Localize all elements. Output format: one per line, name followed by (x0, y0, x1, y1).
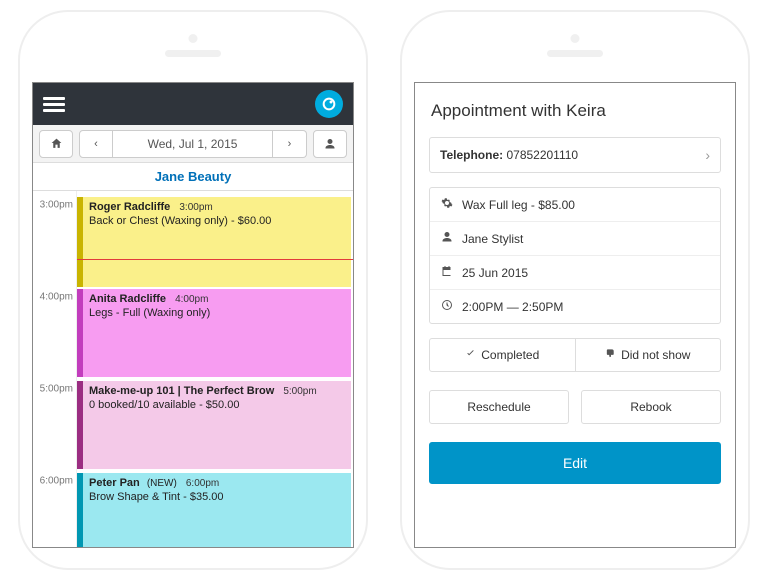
appt-tag: (NEW) (147, 478, 177, 489)
telephone-value: 07852201110 (506, 148, 578, 162)
appt-desc: Brow Shape & Tint - $35.00 (89, 491, 345, 503)
chevron-left-icon: ‹ (94, 138, 98, 150)
prev-day-button[interactable]: ‹ (79, 130, 113, 158)
staff-picker-button[interactable] (313, 130, 347, 158)
home-button[interactable] (39, 130, 73, 158)
rebook-button[interactable]: Rebook (581, 390, 721, 424)
telephone-row[interactable]: Telephone: 07852201110 › (429, 137, 721, 173)
calendar-body[interactable]: 3:00pm 4:00pm 5:00pm 6:00pm Roger Radcli… (33, 191, 353, 548)
appt-desc: Back or Chest (Waxing only) - $60.00 (89, 215, 345, 227)
app-topbar (33, 83, 353, 125)
completed-button[interactable]: Completed (429, 338, 576, 372)
date-nav-group: ‹ Wed, Jul 1, 2015 › (79, 130, 307, 158)
telephone-label: Telephone: (440, 148, 503, 162)
appointment-slot[interactable]: Peter Pan (NEW) 6:00pm Brow Shape & Tint… (77, 473, 351, 548)
appt-name: Anita Radcliffe (89, 293, 166, 305)
menu-icon[interactable] (43, 94, 65, 115)
date-display[interactable]: Wed, Jul 1, 2015 (113, 130, 273, 158)
gear-icon (440, 197, 454, 212)
phone-left: ‹ Wed, Jul 1, 2015 › Jane Beauty 3:00pm … (18, 10, 368, 570)
phone-right: Appointment with Keira Telephone: 078522… (400, 10, 750, 570)
appointment-slot[interactable]: Anita Radcliffe 4:00pm Legs - Full (Waxi… (77, 289, 351, 377)
home-icon (50, 137, 63, 150)
appt-time: 3:00pm (179, 202, 212, 213)
appointment-slot[interactable]: Make-me-up 101 | The Perfect Brow 5:00pm… (77, 381, 351, 469)
appt-time: 5:00pm (283, 386, 316, 397)
time-label: 4:00pm (40, 292, 73, 303)
noshow-label: Did not show (621, 348, 690, 362)
appt-name: Peter Pan (89, 477, 140, 489)
page-title: Appointment with Keira (431, 101, 719, 121)
calendar-screen: ‹ Wed, Jul 1, 2015 › Jane Beauty 3:00pm … (32, 82, 354, 548)
appointment-slot[interactable]: Roger Radcliffe 3:00pm Back or Chest (Wa… (77, 197, 351, 287)
noshow-button[interactable]: Did not show (576, 338, 722, 372)
user-icon (324, 138, 336, 150)
time-row: 2:00PM — 2:50PM (430, 290, 720, 323)
clock-icon (440, 299, 454, 314)
appt-time: 6:00pm (186, 478, 219, 489)
appt-time: 4:00pm (175, 294, 208, 305)
appt-name: Make-me-up 101 | The Perfect Brow (89, 385, 274, 397)
time-label: 3:00pm (40, 200, 73, 211)
time-gutter: 3:00pm 4:00pm 5:00pm 6:00pm (33, 191, 77, 548)
appt-desc: Legs - Full (Waxing only) (89, 307, 345, 319)
user-icon (440, 231, 454, 246)
stylist-row: Jane Stylist (430, 222, 720, 256)
calendar-icon (440, 265, 454, 280)
current-time-line (77, 259, 353, 260)
time-label: 6:00pm (40, 476, 73, 487)
appt-name: Roger Radcliffe (89, 201, 170, 213)
edit-button[interactable]: Edit (429, 442, 721, 484)
speaker-slot (165, 50, 221, 57)
date-row: 25 Jun 2015 (430, 256, 720, 290)
stylist-value: Jane Stylist (462, 232, 523, 246)
chevron-right-icon: › (705, 147, 710, 163)
appointment-detail-screen: Appointment with Keira Telephone: 078522… (414, 82, 736, 548)
appointment-info-list: Wax Full leg - $85.00 Jane Stylist 25 Ju… (429, 187, 721, 324)
logo-badge-icon[interactable] (315, 90, 343, 118)
thumbs-down-icon (605, 348, 616, 362)
calendar-toolbar: ‹ Wed, Jul 1, 2015 › (33, 125, 353, 163)
speaker-slot (547, 50, 603, 57)
staff-column-header: Jane Beauty (33, 163, 353, 191)
status-button-row: Completed Did not show (429, 338, 721, 372)
camera-dot (189, 34, 198, 43)
service-row: Wax Full leg - $85.00 (430, 188, 720, 222)
appointment-track: Roger Radcliffe 3:00pm Back or Chest (Wa… (77, 191, 353, 548)
appt-desc: 0 booked/10 available - $50.00 (89, 399, 345, 411)
completed-label: Completed (481, 348, 539, 362)
time-value: 2:00PM — 2:50PM (462, 300, 563, 314)
service-value: Wax Full leg - $85.00 (462, 198, 575, 212)
time-label: 5:00pm (40, 384, 73, 395)
camera-dot (571, 34, 580, 43)
check-icon (465, 348, 476, 362)
chevron-right-icon: › (288, 138, 292, 150)
date-value: 25 Jun 2015 (462, 266, 528, 280)
action-button-row: Reschedule Rebook (429, 390, 721, 424)
reschedule-button[interactable]: Reschedule (429, 390, 569, 424)
next-day-button[interactable]: › (273, 130, 307, 158)
